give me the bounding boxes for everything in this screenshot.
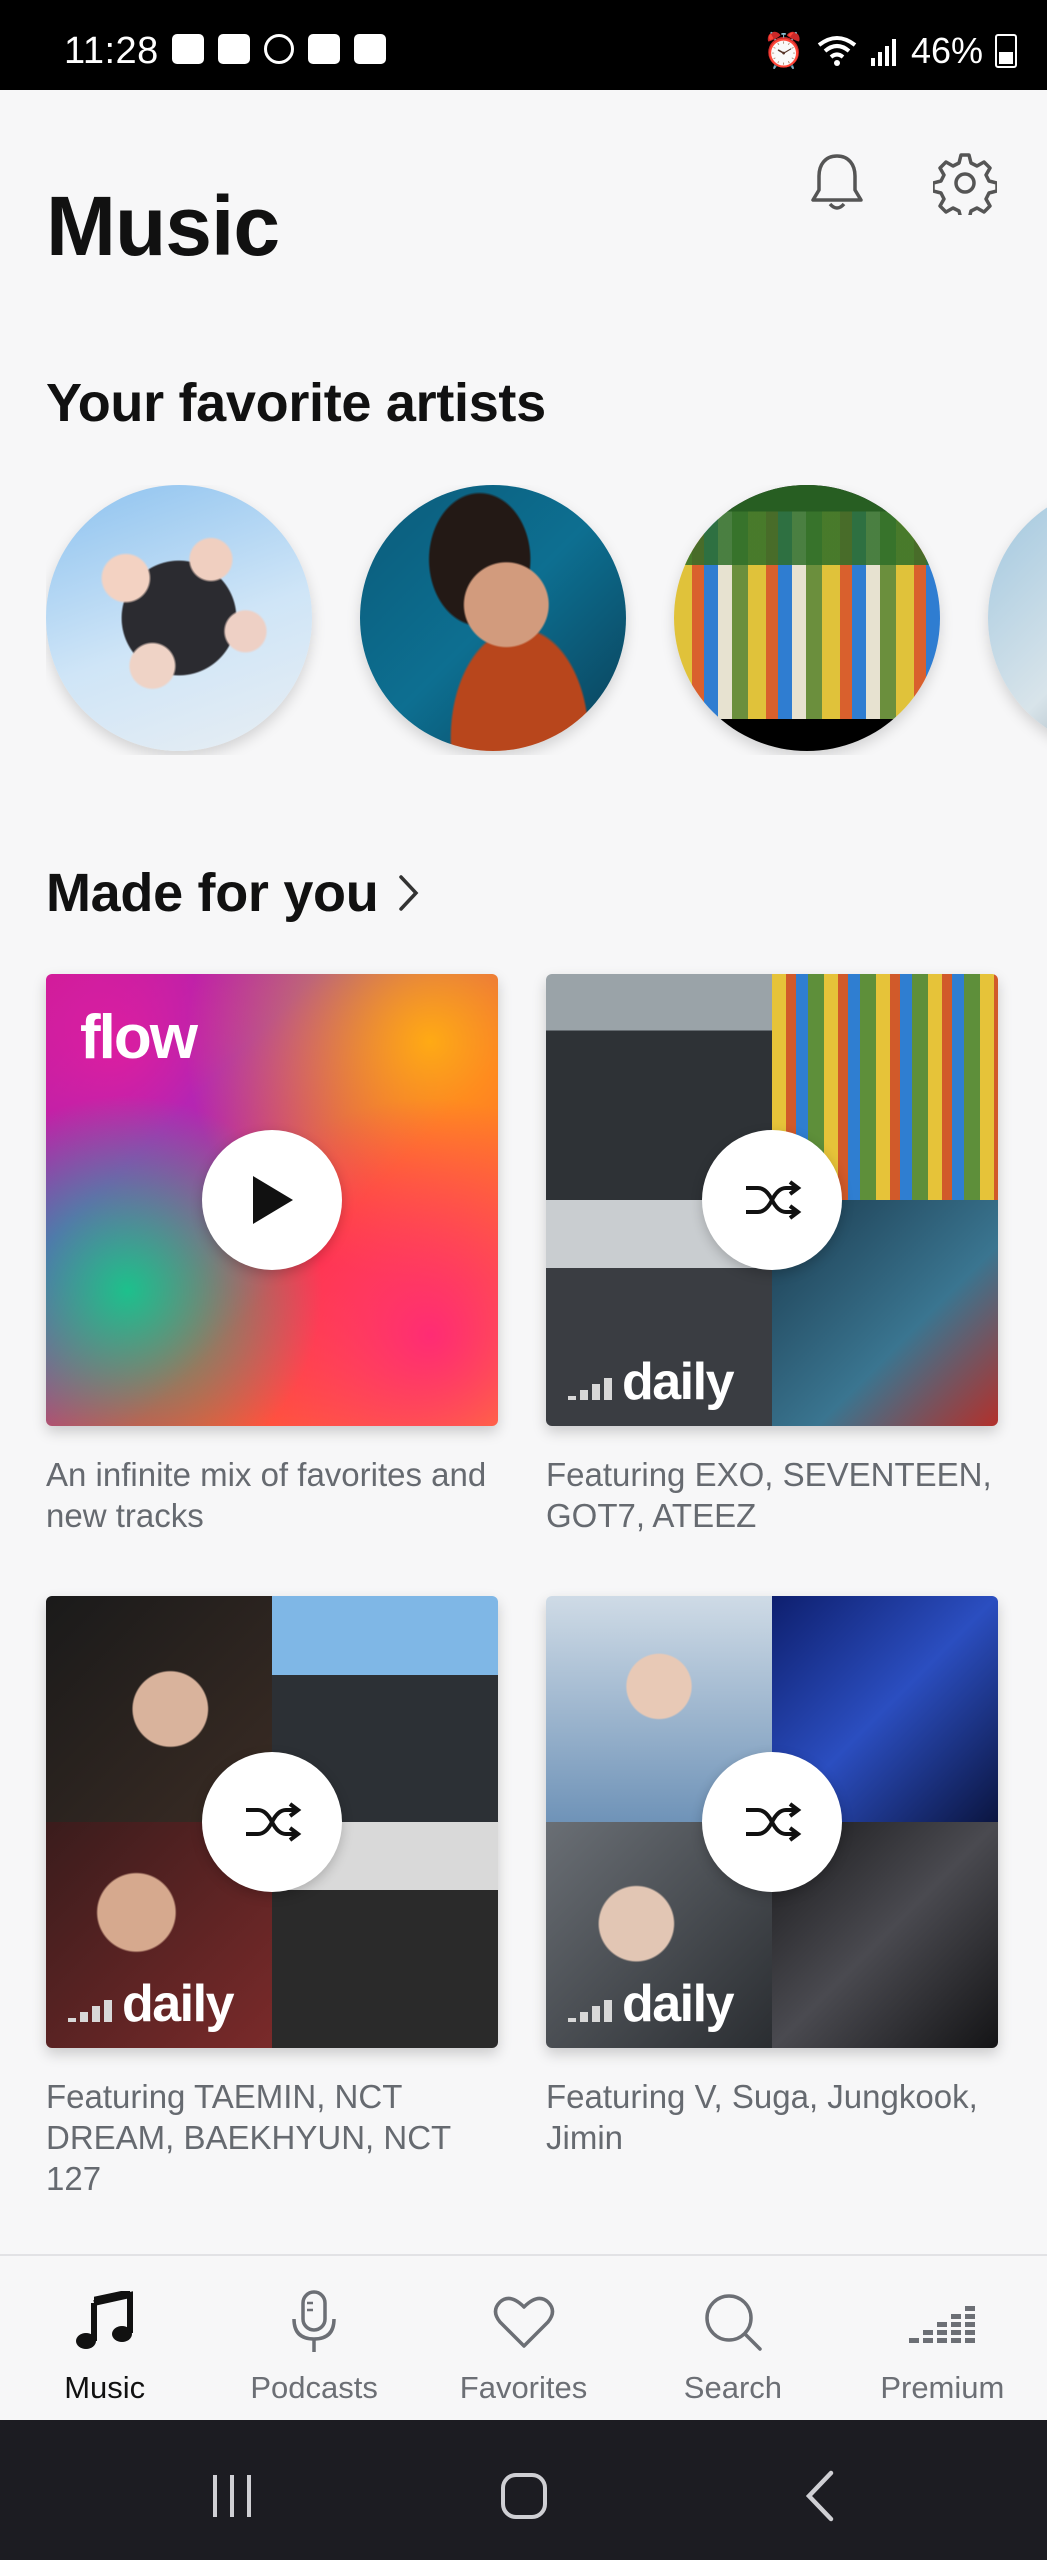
equalizer-icon	[909, 2306, 976, 2343]
favorite-artists-heading: Your favorite artists	[46, 373, 546, 433]
accessibility-icon	[264, 34, 294, 64]
equalizer-icon	[568, 1378, 612, 1400]
shuffle-icon	[246, 1802, 302, 1842]
daily-mix-card[interactable]: daily Featuring TAEMIN, NCT DREAM, BAEKH…	[46, 1596, 498, 2199]
daily-mix-artwork[interactable]: daily	[546, 974, 998, 1426]
signal-icon	[870, 39, 896, 66]
settings-button[interactable]	[928, 146, 1002, 220]
card-description: Featuring EXO, SEVENTEEN, GOT7, ATEEZ	[546, 1456, 992, 1534]
music-note-icon	[75, 2291, 133, 2349]
made-for-you-heading: Made for you	[46, 863, 379, 923]
notifications-button[interactable]	[800, 146, 874, 220]
notification-icons	[172, 34, 386, 64]
nav-music[interactable]: Music	[0, 2256, 209, 2422]
voicemail-icon	[218, 34, 250, 64]
shuffle-button[interactable]	[702, 1752, 842, 1892]
back-button[interactable]	[790, 2466, 850, 2526]
artist-avatar[interactable]	[46, 485, 312, 751]
nav-search[interactable]: Search	[628, 2256, 837, 2422]
nav-podcasts[interactable]: Podcasts	[209, 2256, 418, 2422]
play-icon	[253, 1176, 293, 1224]
status-bar: 11:28 ⏰ 46%	[0, 0, 1047, 90]
alarm-icon: ⏰	[762, 32, 805, 70]
flow-artwork[interactable]: flow	[46, 974, 498, 1426]
daily-logo: daily	[68, 1978, 235, 2030]
made-for-you-header[interactable]: Made for you	[46, 862, 420, 924]
recents-button[interactable]	[202, 2466, 262, 2526]
app-icon	[308, 34, 340, 64]
nav-premium[interactable]: Premium	[838, 2256, 1047, 2422]
equalizer-icon	[568, 2000, 612, 2022]
gallery-icon	[354, 34, 386, 64]
bell-icon	[811, 154, 863, 210]
gear-icon	[933, 153, 997, 215]
shuffle-icon	[746, 1802, 802, 1842]
artist-carousel[interactable]	[46, 485, 1047, 755]
microphone-icon	[292, 2290, 336, 2352]
flow-logo: flow	[80, 1003, 198, 1072]
daily-logo: daily	[568, 1356, 735, 1408]
home-icon	[501, 2473, 547, 2519]
page-title: Music	[46, 179, 280, 273]
wifi-icon	[817, 36, 857, 66]
battery-percent: 46%	[910, 30, 983, 71]
search-icon	[705, 2294, 762, 2351]
back-icon	[805, 2470, 834, 2522]
battery-icon	[995, 34, 1017, 68]
daily-mix-artwork[interactable]: daily	[546, 1596, 998, 2048]
card-description: Featuring V, Suga, Jungkook, Jimin	[546, 2078, 978, 2156]
card-description: An infinite mix of favorites and new tra…	[46, 1456, 487, 1534]
voicemail-icon	[172, 34, 204, 64]
system-nav-bar	[0, 2420, 1047, 2560]
artist-avatar[interactable]	[360, 485, 626, 751]
artist-avatar[interactable]	[988, 485, 1047, 751]
status-time: 11:28	[64, 30, 159, 72]
nav-favorites[interactable]: Favorites	[419, 2256, 628, 2422]
play-button[interactable]	[202, 1130, 342, 1270]
system-icons: ⏰ 46%	[763, 30, 1017, 72]
heart-icon	[493, 2296, 554, 2348]
flow-card[interactable]: flow An infinite mix of favorites and ne…	[46, 974, 498, 1536]
daily-mix-card[interactable]: daily Featuring V, Suga, Jungkook, Jimin	[546, 1596, 998, 2158]
artist-avatar[interactable]	[674, 485, 940, 751]
shuffle-button[interactable]	[202, 1752, 342, 1892]
daily-logo: daily	[568, 1978, 735, 2030]
chevron-right-icon	[398, 874, 420, 912]
card-description: Featuring TAEMIN, NCT DREAM, BAEKHYUN, N…	[46, 2078, 451, 2197]
daily-mix-card[interactable]: daily Featuring EXO, SEVENTEEN, GOT7, AT…	[546, 974, 998, 1536]
daily-mix-artwork[interactable]: daily	[46, 1596, 498, 2048]
home-button[interactable]	[494, 2466, 554, 2526]
shuffle-icon	[746, 1180, 802, 1220]
equalizer-icon	[68, 2000, 112, 2022]
bottom-nav: Music Podcasts Favorites Search Premium	[0, 2254, 1047, 2422]
recents-icon	[213, 2475, 251, 2517]
shuffle-button[interactable]	[702, 1130, 842, 1270]
